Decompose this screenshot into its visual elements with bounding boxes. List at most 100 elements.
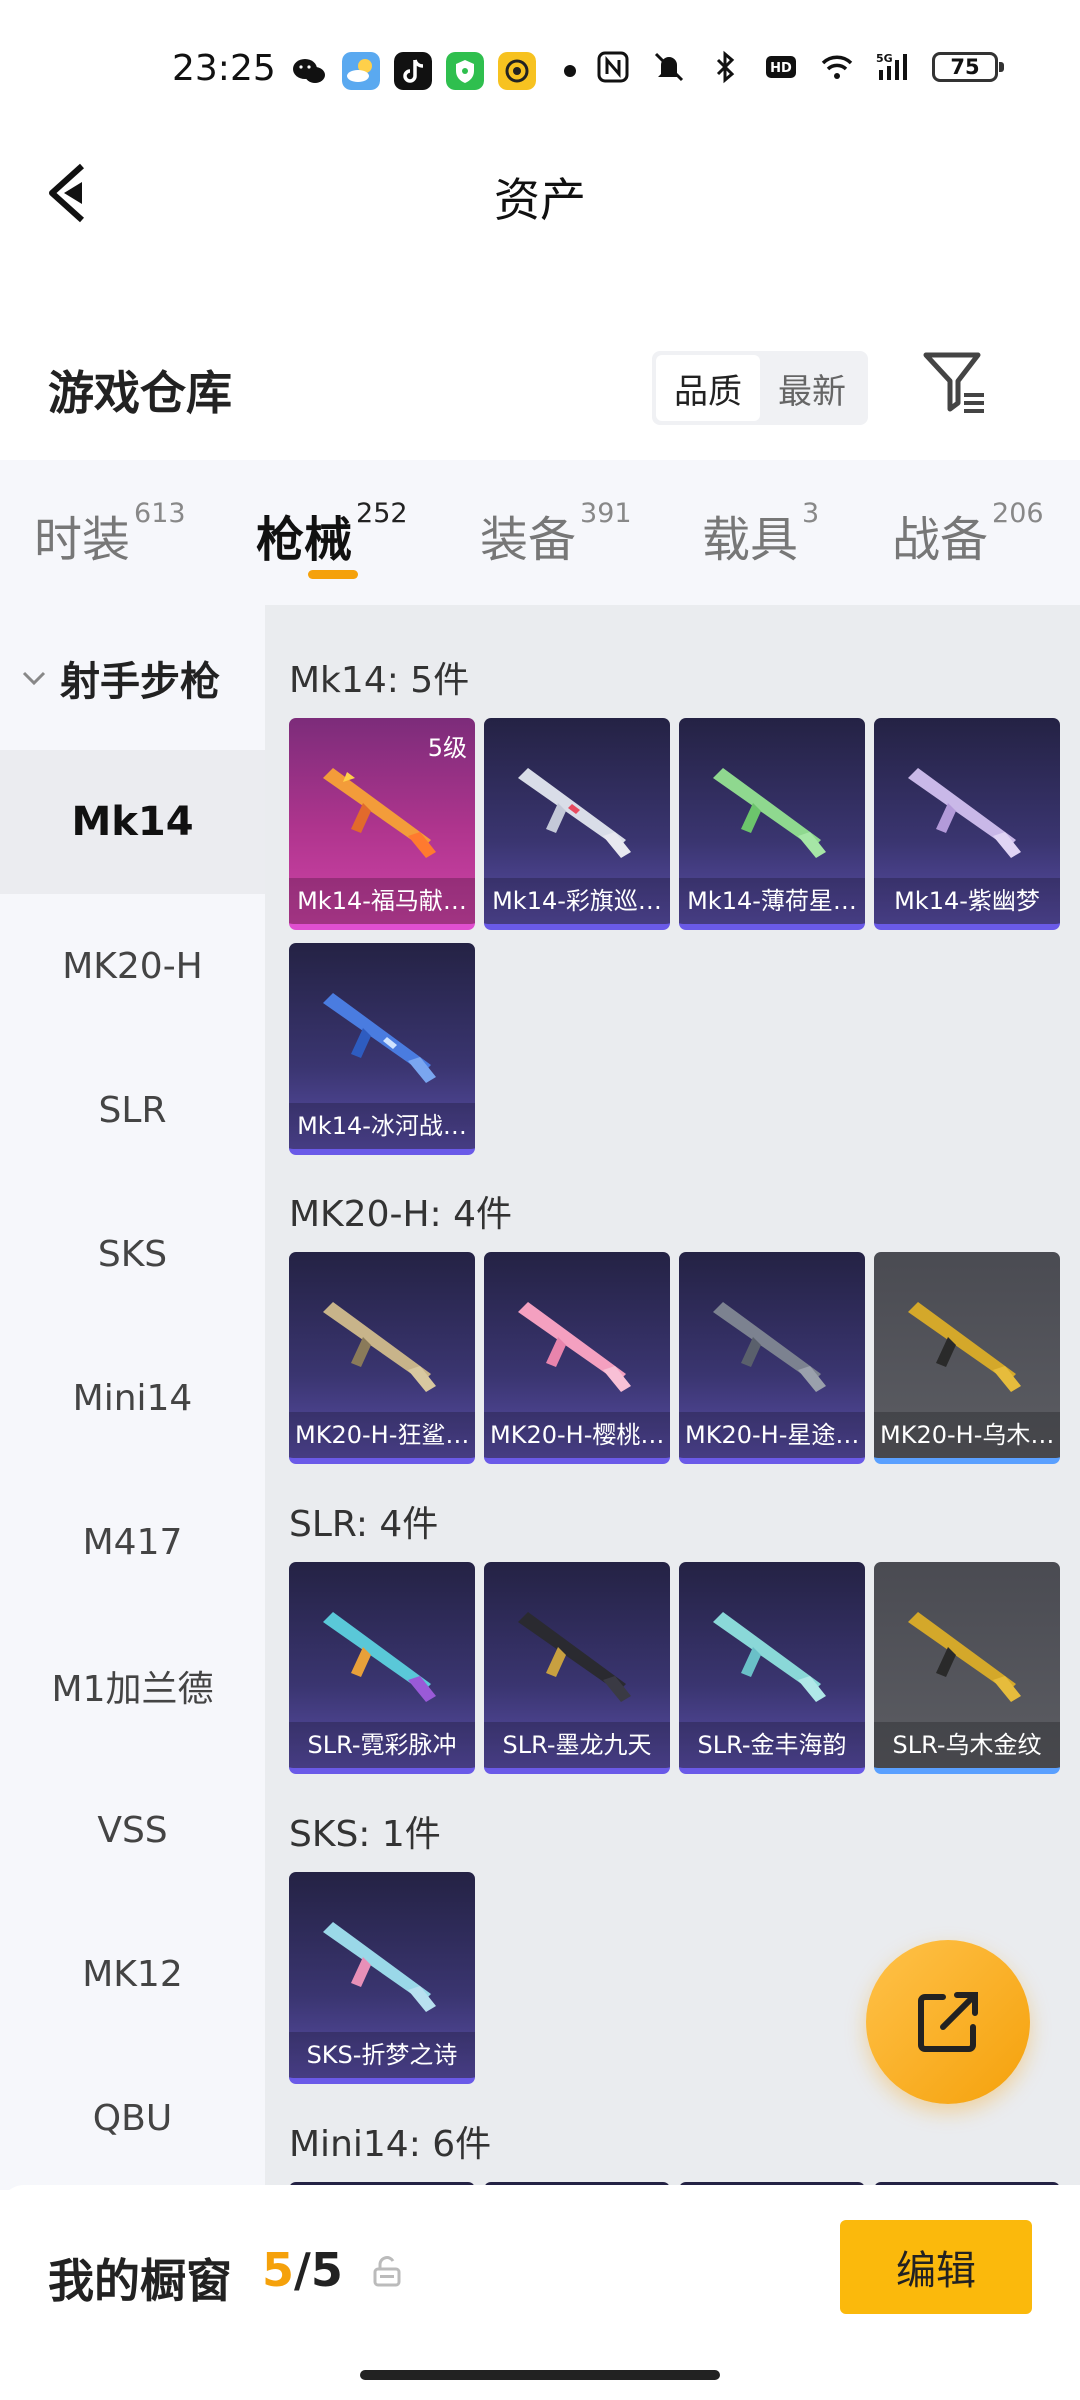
- weapon-card[interactable]: SLR-金丰海韵: [679, 1562, 865, 1774]
- weapon-card[interactable]: SLR-霓彩脉冲: [289, 1562, 475, 1774]
- sidebar-category[interactable]: 射手步枪: [0, 605, 265, 750]
- showcase-label: 我的橱窗: [48, 2254, 232, 2308]
- section-title-mk20h: MK20-H: 4件: [289, 1194, 513, 1235]
- tab-fashion[interactable]: 时装 613: [34, 498, 186, 570]
- weapon-card[interactable]: MK20-H-樱桃…: [484, 1252, 670, 1464]
- tab-count: 252: [356, 498, 408, 529]
- tab-count: 613: [134, 498, 186, 529]
- chevron-down-icon: [22, 671, 46, 685]
- bluetooth-icon: [716, 50, 735, 84]
- tab-count: 3: [802, 498, 820, 529]
- weapon-name: SLR-金丰海韵: [679, 1722, 865, 1768]
- sort-newest-button[interactable]: 最新: [760, 355, 864, 421]
- sidebar-item-m1-garand[interactable]: M1加兰德: [0, 1614, 265, 1758]
- tab-vehicles[interactable]: 载具 3: [702, 498, 820, 570]
- weapon-name: Mk14-薄荷星…: [679, 878, 865, 924]
- weapon-card[interactable]: Mk14-紫幽梦: [874, 718, 1060, 930]
- share-fab[interactable]: [866, 1940, 1030, 2104]
- weapon-card[interactable]: SLR-乌木金纹: [874, 1562, 1060, 1774]
- weapon-card[interactable]: SLR-墨龙九天: [484, 1562, 670, 1774]
- weapon-card[interactable]: MK20-H-星途…: [679, 1252, 865, 1464]
- warehouse-header: 游戏仓库 品质 最新: [0, 345, 1080, 460]
- battery-indicator: 75: [932, 52, 1004, 82]
- unlock-icon: [373, 2256, 401, 2287]
- notification-icons: [290, 52, 576, 90]
- tab-label: 装备: [480, 512, 577, 568]
- share-external-icon: [918, 1992, 978, 2052]
- sidebar-item-mk20h[interactable]: MK20-H: [0, 894, 265, 1038]
- filter-icon[interactable]: [920, 347, 990, 417]
- weapon-name: MK20-H-狂鲨…: [289, 1412, 475, 1458]
- weapon-card[interactable]: 5级 Mk14-福马献…: [289, 718, 475, 930]
- system-status: HD 5G 75: [596, 50, 1004, 84]
- sidebar-item-sks[interactable]: SKS: [0, 1182, 265, 1326]
- nav-bar: 资产: [0, 140, 1080, 250]
- tab-gear[interactable]: 战备 206: [892, 498, 1044, 570]
- weapon-card[interactable]: SKS-折梦之诗: [289, 1872, 475, 2084]
- tab-label: 战备: [892, 512, 989, 568]
- active-tab-indicator: [308, 570, 358, 579]
- wechat-icon: [293, 59, 325, 83]
- page-title: 资产: [494, 173, 586, 227]
- home-indicator[interactable]: [360, 2370, 720, 2380]
- showcase-total: 5: [310, 2243, 343, 2297]
- signal-icon: 5G: [876, 52, 907, 80]
- sidebar-category-label: 射手步枪: [60, 658, 220, 705]
- rifle-icon: [323, 993, 436, 1083]
- svg-text:5G: 5G: [876, 52, 893, 65]
- weather-icon: [342, 52, 380, 90]
- weapon-name: MK20-H-樱桃…: [484, 1412, 670, 1458]
- nfc-icon: [597, 51, 629, 83]
- rifle-icon: [908, 1612, 1021, 1702]
- weapon-card[interactable]: Mk14-冰河战…: [289, 943, 475, 1155]
- section-title-slr: SLR: 4件: [289, 1504, 439, 1545]
- showcase-count: 5/5: [262, 2243, 343, 2297]
- sidebar-item-vss[interactable]: VSS: [0, 1758, 265, 1902]
- tab-guns[interactable]: 枪械 252: [256, 498, 408, 570]
- rifle-icon: [713, 1302, 826, 1392]
- rifle-icon: [518, 1302, 631, 1392]
- tab-equipment[interactable]: 装备 391: [480, 498, 632, 570]
- sidebar-item-mk12[interactable]: MK12: [0, 1902, 265, 2046]
- shield-app-icon: [446, 52, 484, 90]
- tab-count: 206: [992, 498, 1044, 529]
- tab-label: 枪械: [256, 512, 353, 568]
- sidebar-item-m417[interactable]: M417: [0, 1470, 265, 1614]
- sidebar-item-mini14[interactable]: Mini14: [0, 1326, 265, 1470]
- rifle-icon: [518, 768, 631, 858]
- rifle-icon: [518, 1612, 631, 1702]
- showcase-separator: /: [294, 2243, 311, 2297]
- rifle-icon: [713, 768, 826, 858]
- weapon-card[interactable]: MK20-H-狂鲨…: [289, 1252, 475, 1464]
- weapon-card[interactable]: Mk14-彩旗巡…: [484, 718, 670, 930]
- section-title-sks: SKS: 1件: [289, 1814, 441, 1855]
- sidebar-item-slr[interactable]: SLR: [0, 1038, 265, 1182]
- showcase-current: 5: [262, 2243, 295, 2297]
- mute-icon: [654, 52, 684, 82]
- edit-button[interactable]: 编辑: [840, 2220, 1032, 2314]
- showcase-bar: 我的橱窗 5/5 编辑: [0, 2185, 1080, 2400]
- section-title-mk14: Mk14: 5件: [289, 660, 470, 701]
- rifle-icon: [323, 1922, 436, 2012]
- sidebar-item-qbu[interactable]: QBU: [0, 2046, 265, 2190]
- tab-label: 时装: [34, 512, 131, 568]
- weapon-card[interactable]: Mk14-薄荷星…: [679, 718, 865, 930]
- weapon-card[interactable]: MK20-H-乌木…: [874, 1252, 1060, 1464]
- weapon-name: Mk14-彩旗巡…: [484, 878, 670, 924]
- weapon-name: Mk14-冰河战…: [289, 1103, 475, 1149]
- sort-quality-button[interactable]: 品质: [656, 355, 760, 421]
- weapon-name: Mk14-福马献…: [289, 878, 475, 924]
- tiktok-icon: [394, 52, 432, 90]
- weapon-sidebar: 射手步枪 Mk14 MK20-H SLR SKS Mini14 M417 M1加…: [0, 605, 265, 2190]
- tab-count: 391: [580, 498, 632, 529]
- rifle-icon: [908, 1302, 1021, 1392]
- weapon-name: SLR-乌木金纹: [874, 1722, 1060, 1768]
- weapon-name: MK20-H-星途…: [679, 1412, 865, 1458]
- more-notifications-dot: [564, 65, 576, 77]
- sidebar-item-mk14[interactable]: Mk14: [0, 750, 265, 894]
- warehouse-title: 游戏仓库: [48, 366, 232, 420]
- tab-label: 载具: [702, 512, 799, 568]
- section-title-mini14: Mini14: 6件: [289, 2124, 492, 2165]
- weapon-name: Mk14-紫幽梦: [874, 878, 1060, 924]
- sort-toggle: 品质 最新: [652, 351, 868, 425]
